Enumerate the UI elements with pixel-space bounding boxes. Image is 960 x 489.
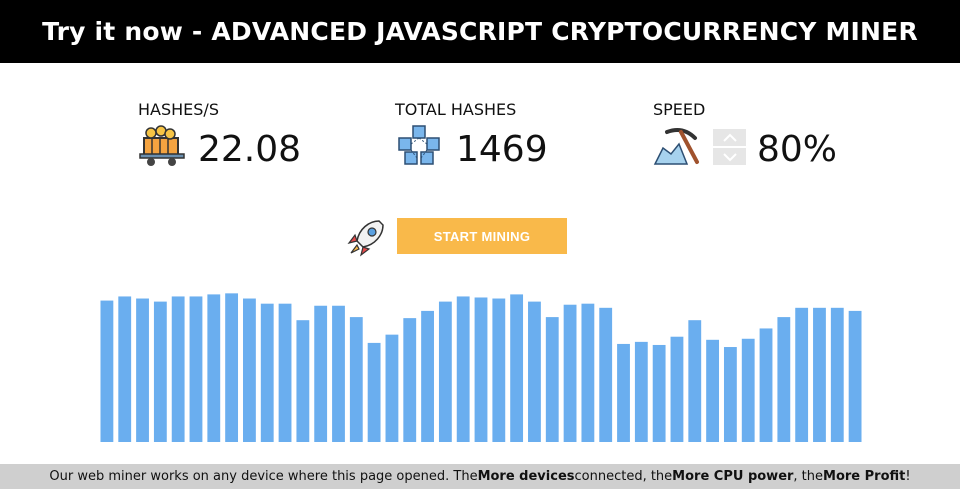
footer-bold-cpu: More CPU power [672, 469, 794, 484]
chart-bar [456, 296, 470, 442]
chart-bar [367, 342, 381, 442]
start-mining-button[interactable]: START MINING [397, 218, 567, 254]
chart-bar [100, 300, 114, 442]
pickaxe-icon [653, 128, 699, 165]
footer-text-4: ! [905, 469, 911, 484]
chart-bar [581, 303, 595, 442]
chart-bar [421, 310, 434, 442]
speed-value: 80% [757, 129, 838, 170]
chevron-down-icon [722, 152, 737, 161]
footer-bold-profit: More Profit [823, 469, 906, 484]
chart-bar [136, 298, 149, 442]
chart-bar [848, 310, 862, 442]
chart-bar [563, 304, 577, 442]
total-hashes-label: TOTAL HASHES [395, 100, 517, 119]
chart-bar [349, 317, 363, 442]
chart-bar [492, 298, 506, 442]
chart-bar [403, 318, 417, 442]
chart-bar [759, 328, 773, 442]
chart-bar [171, 296, 185, 442]
footer-text-1: Our web miner works on any device where … [49, 469, 478, 484]
chart-bar [118, 296, 132, 442]
chart-bar [706, 339, 719, 442]
chart-bar [652, 344, 666, 442]
speed-down-button[interactable] [713, 148, 746, 165]
chart-bar [225, 293, 239, 442]
mining-cart-icon [139, 125, 185, 166]
footer-bold-devices: More devices [477, 469, 575, 484]
chevron-up-icon [722, 133, 737, 142]
chart-bar [599, 307, 613, 442]
chart-bar [670, 336, 684, 442]
chart-bar [545, 317, 559, 442]
chart-bar [830, 307, 844, 442]
footer-text-2: connected, the [574, 469, 673, 484]
chart-bar [528, 301, 541, 442]
chart-bar [189, 296, 203, 442]
speed-stat: SPEED 80% [653, 100, 853, 175]
chart-bar [207, 294, 221, 442]
chart-bar [385, 334, 399, 442]
total-hashes-value: 1469 [456, 129, 548, 170]
total-hashes-stat: TOTAL HASHES 1469 [395, 100, 595, 175]
hashes-per-second-value: 22.08 [198, 129, 302, 170]
chart-bar [332, 305, 345, 442]
speed-stepper [713, 129, 746, 165]
chart-bar [777, 317, 791, 442]
chart-bar [296, 320, 310, 442]
chart-bar [617, 343, 630, 442]
footer-bar: Our web miner works on any device where … [0, 464, 960, 489]
chart-bar [795, 307, 809, 442]
chart-bar [741, 338, 755, 442]
chart-bar [438, 301, 452, 442]
hashes-per-second-stat: HASHES/S 22.08 [138, 100, 338, 175]
speed-label: SPEED [653, 100, 706, 119]
chart-bar [278, 303, 292, 442]
chart-bar [813, 307, 826, 442]
chart-bar [314, 305, 328, 442]
blockchain-cubes-icon [398, 125, 440, 165]
header-bar: Try it now - ADVANCED JAVASCRIPT CRYPTOC… [0, 0, 960, 63]
footer-text-3: , the [793, 469, 824, 484]
chart-bar [688, 320, 702, 442]
chart-bar [153, 301, 167, 442]
speed-up-button[interactable] [713, 129, 746, 146]
chart-bar [243, 298, 256, 442]
chart-bar [723, 347, 737, 442]
chart-bar [260, 303, 274, 442]
hashes-per-second-label: HASHES/S [138, 100, 219, 119]
page-title: Try it now - ADVANCED JAVASCRIPT CRYPTOC… [42, 17, 918, 46]
rocket-icon [347, 220, 384, 257]
chart-bar [634, 341, 648, 442]
chart-bar [510, 294, 524, 442]
hashrate-bar-chart [100, 293, 862, 442]
chart-bar [474, 297, 488, 442]
